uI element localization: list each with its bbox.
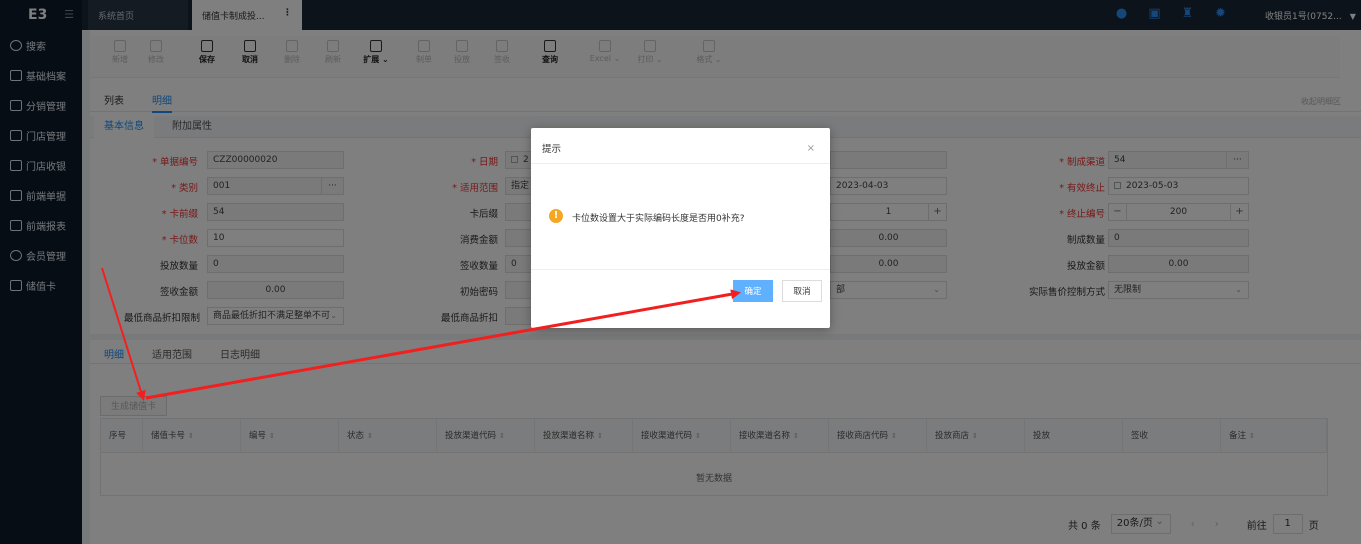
close-icon[interactable]: × [807, 143, 815, 154]
warning-icon: ! [549, 209, 563, 223]
dialog-footer-divider [531, 269, 830, 270]
confirm-dialog: 提示 × ! 卡位数设置大于实际编码长度是否用0补充? 确定 取消 [531, 128, 830, 328]
dialog-title: 提示 [542, 144, 562, 155]
confirm-button[interactable]: 确定 [733, 280, 773, 302]
dialog-message: 卡位数设置大于实际编码长度是否用0补充? [572, 214, 745, 224]
dialog-divider [531, 163, 830, 164]
cancel-button[interactable]: 取消 [782, 280, 822, 302]
